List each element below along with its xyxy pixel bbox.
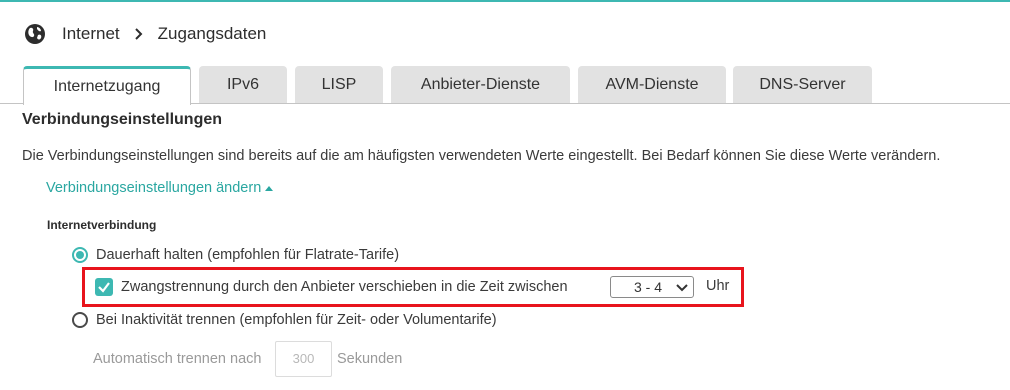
option-inactivity-label: Bei Inaktivität trennen (empfohlen für Z… — [96, 312, 497, 328]
tab-anbieter-dienste[interactable]: Anbieter-Dienste — [391, 66, 570, 104]
settings-toggle-label: Verbindungseinstellungen ändern — [46, 180, 262, 196]
tab-internetzugang[interactable]: Internetzugang — [23, 66, 191, 105]
time-window-select[interactable]: 3 - 4 — [610, 276, 694, 298]
section-title: Verbindungseinstellungen — [22, 111, 223, 128]
top-accent-line — [0, 0, 1010, 2]
radio-permanent[interactable] — [72, 247, 88, 263]
settings-toggle-link[interactable]: Verbindungseinstellungen ändern — [46, 180, 274, 196]
radio-inactivity[interactable] — [72, 312, 88, 328]
auto-disconnect-seconds-input[interactable]: 300 — [275, 341, 332, 377]
chevron-right-icon — [132, 27, 146, 41]
seconds-unit-label: Sekunden — [337, 351, 403, 367]
forced-disconnect-checkbox[interactable] — [95, 278, 113, 296]
caret-up-icon — [265, 186, 274, 191]
chevron-down-icon — [676, 284, 688, 292]
breadcrumb-item-internet[interactable]: Internet — [62, 24, 120, 44]
section-description: Die Verbindungseinstellungen sind bereit… — [22, 148, 941, 164]
breadcrumb: Internet Zugangsdaten — [24, 22, 266, 46]
forced-disconnect-label: Zwangstrennung durch den Anbieter versch… — [121, 279, 568, 295]
checkmark-icon — [98, 282, 110, 293]
option-permanent-row: Dauerhaft halten (empfohlen für Flatrate… — [72, 247, 399, 263]
internet-connection-heading: Internetverbindung — [47, 218, 157, 232]
forced-disconnect-row: Zwangstrennung durch den Anbieter versch… — [95, 278, 568, 296]
auto-disconnect-label: Automatisch trennen nach — [93, 351, 262, 367]
option-permanent-label: Dauerhaft halten (empfohlen für Flatrate… — [96, 247, 400, 263]
tab-avm-dienste[interactable]: AVM-Dienste — [578, 66, 726, 104]
option-inactivity-row: Bei Inaktivität trennen (empfohlen für Z… — [72, 312, 497, 328]
globe-icon — [24, 23, 46, 45]
breadcrumb-item-current: Zugangsdaten — [157, 24, 267, 43]
tab-lisp[interactable]: LISP — [295, 66, 383, 104]
time-unit-label: Uhr — [706, 278, 730, 294]
tab-dns-server[interactable]: DNS-Server — [733, 66, 872, 104]
tab-ipv6[interactable]: IPv6 — [199, 66, 287, 104]
